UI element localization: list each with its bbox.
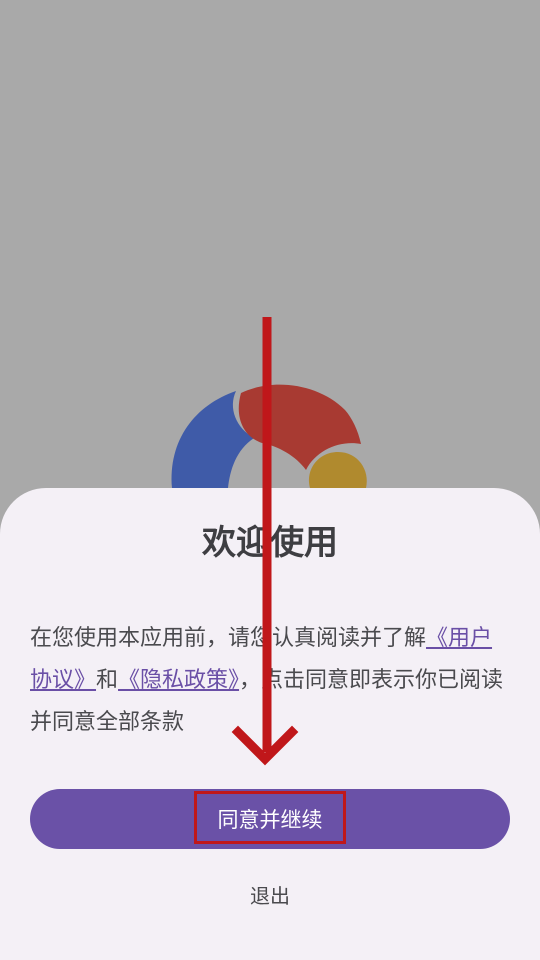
logo-yellow-segment [308, 452, 367, 488]
description-text-and: 和 [96, 668, 119, 693]
description-text-before: 在您使用本应用前，请您认真阅读并了解 [30, 626, 427, 651]
agree-button-highlight-box [194, 791, 346, 844]
privacy-policy-link[interactable]: 《隐私政策》 [118, 668, 239, 693]
exit-button[interactable]: 退出 [0, 880, 540, 909]
dialog-description: 在您使用本应用前，请您认真阅读并了解《用户协议》和《隐私政策》，点击同意即表示你… [30, 618, 510, 744]
dialog-title: 欢迎使用 [202, 523, 338, 563]
